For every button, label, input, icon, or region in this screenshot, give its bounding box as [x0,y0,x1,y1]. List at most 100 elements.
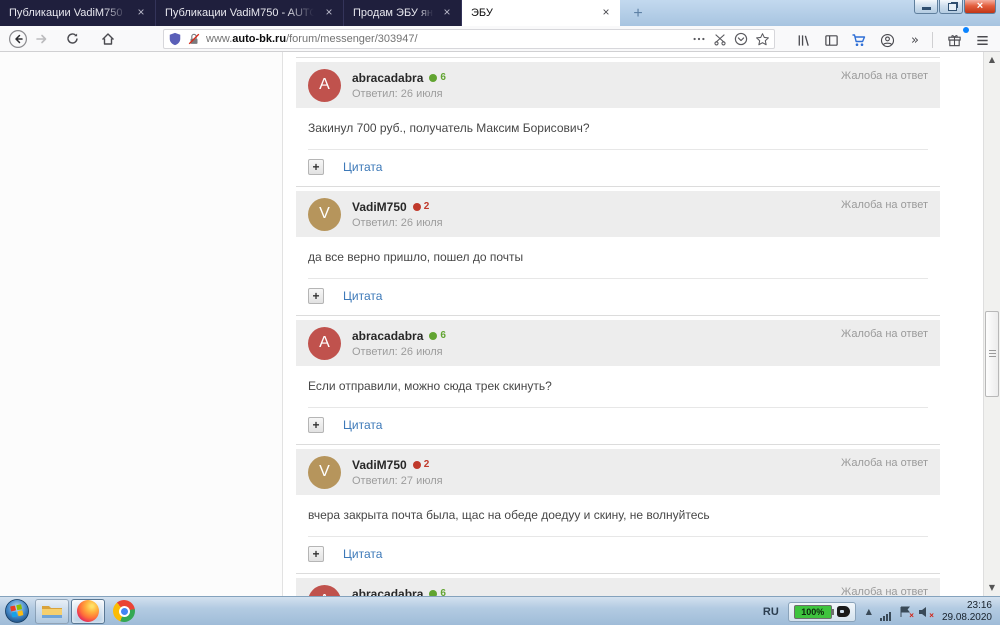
start-button[interactable] [4,598,30,624]
taskbar-explorer-button[interactable] [35,598,69,624]
scroll-up-arrow[interactable]: ▲ [984,52,1000,68]
url-bar[interactable]: www.auto-bk.ru/forum/messenger/303947/ [163,29,775,49]
multiquote-button[interactable]: + [308,546,324,562]
back-icon [9,29,27,48]
report-link[interactable]: Жалоба на ответ [841,328,928,340]
tab-close-icon[interactable]: × [439,5,455,21]
forward-icon [36,34,47,43]
report-link[interactable]: Жалоба на ответ [841,70,928,82]
taskbar-clock[interactable]: 23:16 29.08.2020 [942,600,992,624]
language-indicator[interactable]: RU [763,606,779,618]
hidden-icons-button[interactable]: ▲ [866,607,872,616]
volume-muted-icon[interactable]: × [918,606,934,619]
tab-close-icon[interactable]: × [321,5,337,21]
avatar[interactable]: A [308,326,341,360]
page-left-margin [0,52,283,596]
avatar[interactable]: A [308,584,341,596]
tab-ebu-active[interactable]: ЭБУ × [462,0,620,26]
insecure-lock-icon[interactable] [187,32,201,46]
post-footer: + Цитата [296,412,940,444]
footer-divider [308,407,928,408]
action-center-icon[interactable]: × [899,606,914,620]
close-button[interactable]: × [964,0,996,14]
forum-post: V VadiM750 2 Ответил: 27 июля Жалоба на … [296,444,940,573]
post-header: A abracadabra 6 Ответил: 26 июля Жалоба … [296,62,940,108]
post-message: вчера закрыта почта была, щас на обеде д… [308,508,710,522]
avatar-letter: A [319,76,330,93]
footer-divider [308,278,928,279]
replied-date: Ответил: 26 июля [352,345,443,358]
username-link[interactable]: abracadabra [352,587,423,597]
reputation-count: 2 [423,459,430,470]
sidebar-toggle-button[interactable] [819,29,843,51]
report-link[interactable]: Жалоба на ответ [841,457,928,469]
username-link[interactable]: VadiM750 [352,200,407,214]
account-button[interactable] [875,29,899,51]
reputation-count: 6 [440,588,446,596]
post-divider [296,444,940,445]
post-divider [296,315,940,316]
navigation-toolbar: www.auto-bk.ru/forum/messenger/303947/ » [0,26,1000,52]
whats-new-button[interactable] [942,27,969,51]
screenshot-scissors-icon[interactable] [713,32,727,46]
multiquote-button[interactable]: + [308,417,324,433]
avatar-letter: V [319,205,330,222]
network-icon[interactable] [879,603,892,621]
avatar[interactable]: V [308,197,341,231]
avatar[interactable]: A [308,68,341,102]
quote-link[interactable]: Цитата [343,160,382,174]
tab-publications-1[interactable]: Публикации VadiM750 - AUTO TE × [0,0,156,26]
scrollbar-thumb[interactable] [985,311,999,397]
quote-link[interactable]: Цитата [343,547,382,561]
taskbar-chrome-button[interactable] [107,599,141,624]
username-link[interactable]: abracadabra [352,71,423,85]
post-message: да все верно пришло, пошел до почты [308,250,524,264]
tracking-protection-shield-icon[interactable] [168,32,182,46]
reputation-icon [412,460,421,469]
clock-time: 23:16 [966,599,992,611]
post-message: Закинул 700 руб., получатель Максим Бори… [308,121,590,135]
home-button[interactable] [96,28,120,50]
reload-button[interactable] [60,28,84,50]
bookmark-star-icon[interactable] [755,32,770,47]
restore-button[interactable] [939,0,963,14]
pocket-icon[interactable] [734,32,748,46]
back-button[interactable] [6,28,30,50]
username-link[interactable]: abracadabra [352,329,423,343]
report-link[interactable]: Жалоба на ответ [841,199,928,211]
reputation-count: 2 [423,201,430,212]
tab-publications-2[interactable]: Публикации VadiM750 - AUTO TE × [156,0,344,26]
report-link[interactable]: Жалоба на ответ [841,586,928,596]
hamburger-menu-button[interactable] [970,29,994,51]
taskbar-firefox-button[interactable] [71,598,105,624]
tab-close-icon[interactable]: × [133,5,149,21]
firefox-icon [77,600,99,622]
double-chevron-icon: » [911,32,919,48]
scroll-down-arrow[interactable]: ▼ [984,580,1000,596]
multiquote-button[interactable]: + [308,159,324,175]
tab-prodam-ebu[interactable]: Продам ЭБУ январь 5,1 - Покупк × [344,0,462,26]
cart-extension-button[interactable] [847,29,871,51]
quote-link[interactable]: Цитата [343,418,382,432]
overflow-menu-button[interactable]: » [903,29,927,51]
avatar[interactable]: V [308,455,341,489]
minimize-button[interactable] [914,0,938,14]
username-link[interactable]: VadiM750 [352,458,407,472]
battery-indicator[interactable]: 100% [787,601,856,622]
tab-close-icon[interactable]: × [598,5,614,21]
new-tab-button[interactable]: + [626,2,650,26]
post-divider [296,186,940,187]
home-icon [102,32,114,45]
quote-link[interactable]: Цитата [343,289,382,303]
vertical-scrollbar[interactable]: ▲ ▼ [983,52,1000,596]
post-header: V VadiM750 2 Ответил: 26 июля Жалоба на … [296,191,940,237]
forward-button[interactable] [30,28,54,50]
avatar-letter: A [319,334,330,351]
library-button[interactable] [791,29,815,51]
shopping-cart-icon [852,34,866,46]
multiquote-button[interactable]: + [308,288,324,304]
action-center-alert-x: × [909,610,914,620]
tab-title: Публикации VadiM750 - AUTO TE [165,7,317,19]
replied-date: Ответил: 26 июля [352,216,443,229]
page-actions-icon[interactable] [692,32,706,46]
